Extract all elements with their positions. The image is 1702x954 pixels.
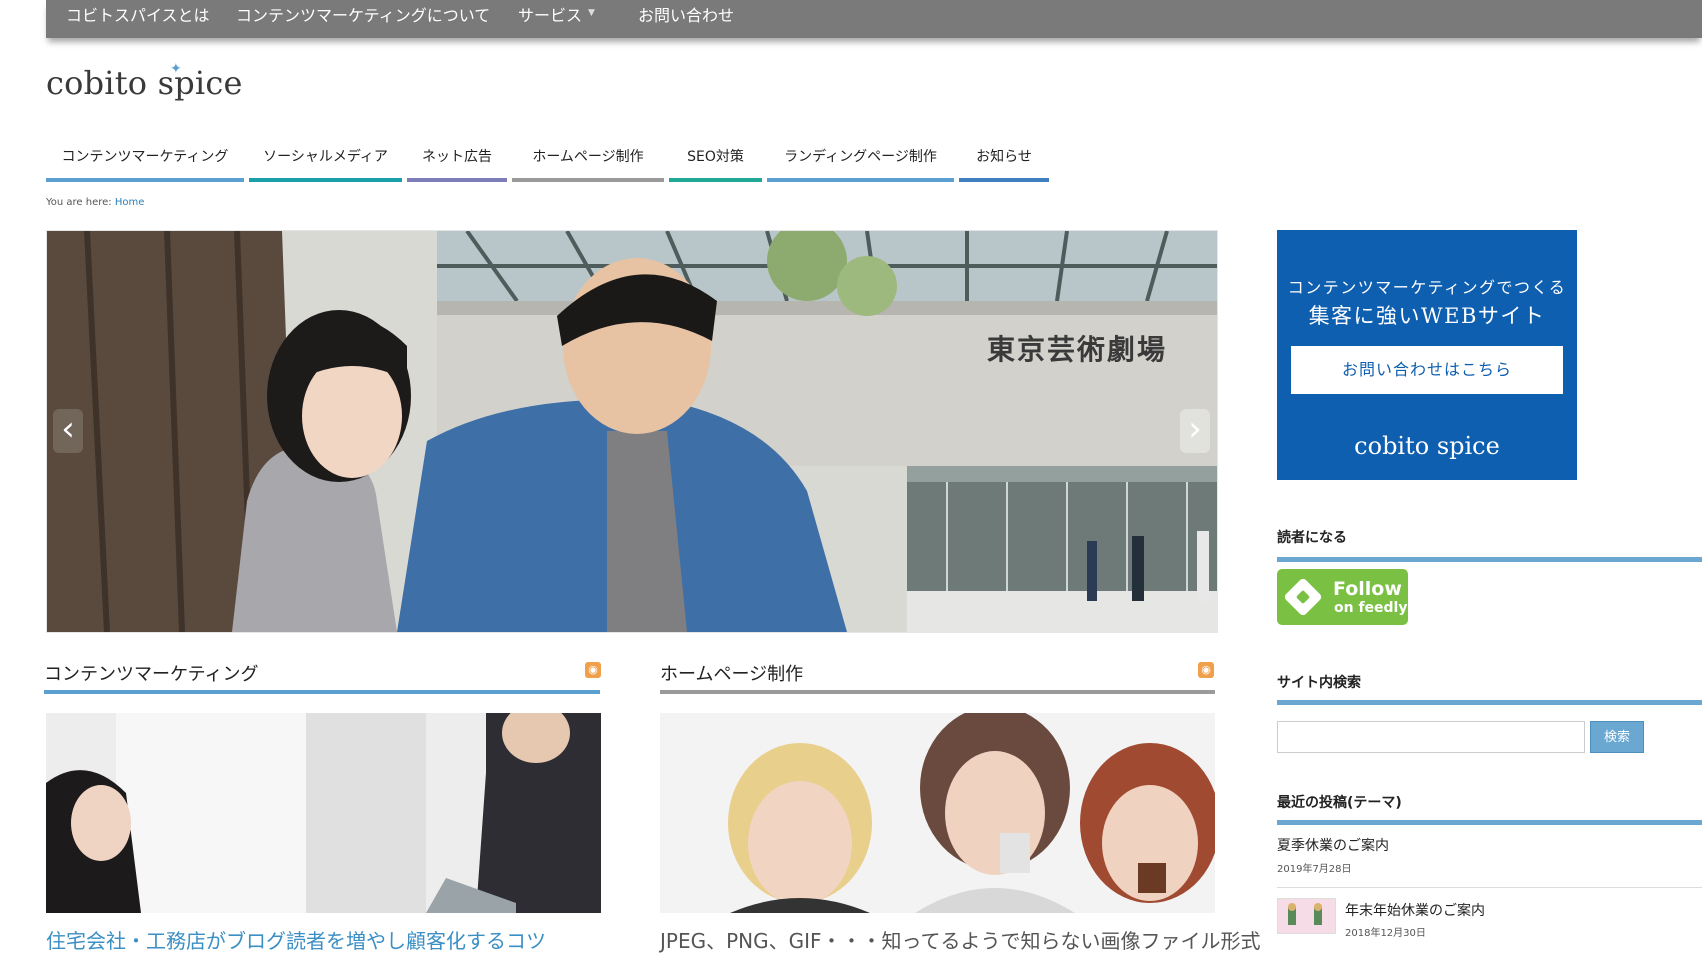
category-nav-underline bbox=[767, 178, 954, 182]
category-nav-underline bbox=[669, 178, 762, 182]
site-logo[interactable]: cobito spice bbox=[46, 64, 243, 102]
breadcrumb-home-link[interactable]: Home bbox=[115, 197, 145, 208]
chevron-down-icon: ▼ bbox=[588, 8, 595, 18]
recent-post-date: 2019年7月28日 bbox=[1277, 864, 1352, 875]
logo-star-icon: ✦ bbox=[170, 61, 182, 77]
category-nav-seo[interactable]: SEO対策 bbox=[669, 137, 762, 182]
follow-sub-label: on feedly bbox=[1334, 600, 1408, 616]
widget-title-search: サイト内検索 bbox=[1277, 675, 1361, 691]
category-nav-underline bbox=[512, 178, 664, 182]
post-thumbnail-content-marketing[interactable] bbox=[46, 713, 601, 913]
topnav-contact[interactable]: お問い合わせ bbox=[638, 0, 734, 38]
post-thumbnail-homepage[interactable] bbox=[660, 713, 1215, 913]
category-nav-content-marketing[interactable]: コンテンツマーケティング bbox=[46, 137, 244, 182]
section-title-content-marketing[interactable]: コンテンツマーケティング bbox=[44, 660, 259, 686]
banner-line-2: 集客に強いWEBサイト bbox=[1308, 304, 1546, 328]
category-nav-underline bbox=[46, 178, 244, 182]
category-nav-label: ランディングページ制作 bbox=[784, 149, 937, 165]
recent-post-thumbnail[interactable] bbox=[1277, 898, 1336, 934]
topnav-services-label: サービス bbox=[518, 6, 583, 25]
divider bbox=[1277, 887, 1702, 888]
feedly-icon bbox=[1283, 577, 1323, 617]
hero-image: 東京芸術劇場 bbox=[47, 231, 1217, 632]
category-nav-label: コンテンツマーケティング bbox=[61, 149, 229, 165]
widget-underline bbox=[1277, 700, 1702, 705]
banner-contact-button[interactable]: お問い合わせはこちら bbox=[1291, 346, 1563, 394]
category-nav-underline bbox=[249, 178, 402, 182]
widget-underline bbox=[1277, 820, 1702, 825]
widget-title-recent-posts: 最近の投稿(テーマ) bbox=[1277, 795, 1402, 811]
category-nav-label: お知らせ bbox=[976, 149, 1032, 165]
recent-post-date: 2018年12月30日 bbox=[1345, 928, 1426, 939]
category-nav-web-ads[interactable]: ネット広告 bbox=[407, 137, 507, 182]
recent-post-title-link[interactable]: 夏季休業のご案内 bbox=[1277, 835, 1389, 855]
topnav-content-marketing[interactable]: コンテンツマーケティングについて bbox=[236, 0, 490, 38]
contact-banner[interactable]: コンテンツマーケティングでつくる 集客に強いWEBサイト お問い合わせはこちら … bbox=[1277, 230, 1577, 480]
section-underline bbox=[660, 690, 1215, 694]
category-nav-label: ネット広告 bbox=[422, 149, 492, 165]
widget-underline bbox=[1277, 557, 1702, 562]
hero-sign-text: 東京芸術劇場 bbox=[987, 333, 1167, 366]
category-nav-homepage[interactable]: ホームページ制作 bbox=[512, 137, 664, 182]
recent-post-title-link[interactable]: 年末年始休業のご案内 bbox=[1345, 900, 1485, 920]
post-image bbox=[1278, 899, 1335, 933]
category-nav-landing-page[interactable]: ランディングページ制作 bbox=[767, 137, 954, 182]
search-button[interactable]: 検索 bbox=[1590, 721, 1644, 753]
category-nav-news[interactable]: お知らせ bbox=[959, 137, 1049, 182]
rss-icon[interactable]: ◉ bbox=[1198, 662, 1214, 678]
banner-line-1: コンテンツマーケティングでつくる bbox=[1287, 278, 1567, 297]
section-underline bbox=[44, 690, 600, 694]
category-nav-label: SEO対策 bbox=[687, 149, 744, 165]
category-nav-label: ソーシャルメディア bbox=[263, 149, 388, 165]
slider-next-button[interactable]: › bbox=[1180, 409, 1210, 453]
rss-icon[interactable]: ◉ bbox=[585, 662, 601, 678]
category-nav-label: ホームページ制作 bbox=[532, 149, 644, 165]
follow-label: Follow bbox=[1333, 578, 1402, 600]
section-title-homepage[interactable]: ホームページ制作 bbox=[660, 660, 803, 686]
topnav-services[interactable]: サービス ▼ bbox=[518, 0, 595, 38]
banner-logo: cobito spice bbox=[1354, 432, 1500, 460]
post-image bbox=[660, 713, 1215, 913]
breadcrumb-prefix: You are here: bbox=[46, 197, 112, 208]
topnav-about[interactable]: コビトスパイスとは bbox=[66, 0, 210, 38]
breadcrumb: You are here: Home bbox=[46, 197, 144, 208]
hero-slider[interactable]: 東京芸術劇場 › ‹ bbox=[46, 230, 1218, 633]
search-input[interactable] bbox=[1277, 721, 1585, 753]
widget-title-reader: 読者になる bbox=[1277, 530, 1347, 546]
category-nav-social-media[interactable]: ソーシャルメディア bbox=[249, 137, 402, 182]
post-title-link[interactable]: 住宅会社・工務店がブログ読者を増やし顧客化するコツ bbox=[46, 925, 546, 954]
top-navigation-bar: コビトスパイスとは コンテンツマーケティングについて サービス ▼ お問い合わせ bbox=[46, 0, 1702, 38]
slider-prev-button[interactable]: ‹ bbox=[53, 409, 83, 453]
category-nav-underline bbox=[959, 178, 1049, 182]
post-image bbox=[46, 713, 601, 913]
post-title-link[interactable]: JPEG、PNG、GIF・・・知ってるようで知らない画像ファイル形式 bbox=[660, 925, 1261, 954]
feedly-follow-button[interactable]: Follow on feedly bbox=[1277, 569, 1408, 625]
category-nav-underline bbox=[407, 178, 507, 182]
